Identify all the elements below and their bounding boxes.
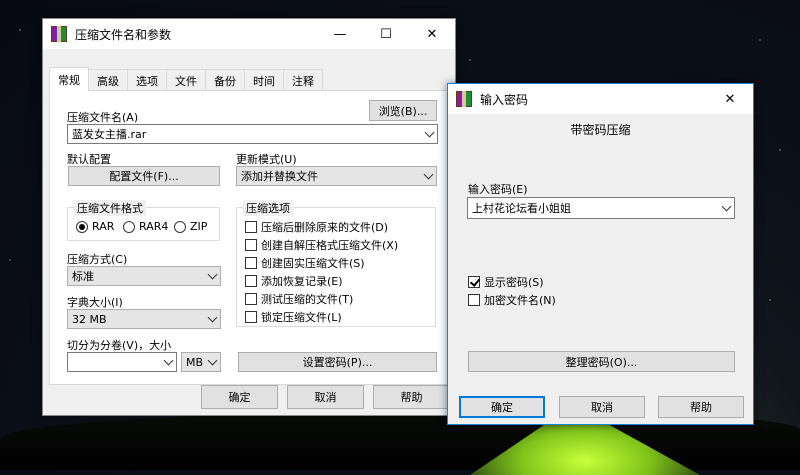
minimize-icon[interactable]: — xyxy=(317,19,363,49)
options-group: 压缩选项 压缩后删除原来的文件(D) 创建自解压格式压缩文件(X) 创建固实压缩… xyxy=(236,200,436,327)
show-password-checkbox[interactable]: 显示密码(S) xyxy=(468,274,544,290)
update-mode-select[interactable]: 添加并替换文件 xyxy=(236,166,437,186)
tab-time[interactable]: 时间 xyxy=(244,69,284,91)
dict-select[interactable]: 32 MB xyxy=(67,309,221,329)
password-ok-button[interactable]: 确定 xyxy=(459,396,545,418)
tab-advanced[interactable]: 高级 xyxy=(88,69,128,91)
password-dialog-title: 输入密码 xyxy=(480,92,529,107)
tab-options[interactable]: 选项 xyxy=(127,69,167,91)
method-select[interactable]: 标准 xyxy=(67,266,221,286)
checkbox-icon xyxy=(245,239,257,251)
checkbox-icon xyxy=(245,311,257,323)
option-label: 添加恢复记录(E) xyxy=(261,275,343,288)
chevron-down-icon xyxy=(424,127,435,138)
browse-button[interactable]: 浏览(B)... xyxy=(369,100,437,121)
tab-general[interactable]: 常规 xyxy=(49,67,89,91)
tab-files[interactable]: 文件 xyxy=(166,69,206,91)
password-label: 输入密码(E) xyxy=(468,183,528,196)
encrypt-filenames-label: 加密文件名(N) xyxy=(484,294,556,307)
update-mode-label: 更新模式(U) xyxy=(236,153,297,166)
checkbox-icon xyxy=(245,293,257,305)
split-label: 切分为分卷(V)，大小 xyxy=(67,339,172,352)
option-sfx[interactable]: 创建自解压格式压缩文件(X) xyxy=(245,237,398,253)
method-label: 压缩方式(C) xyxy=(67,253,128,266)
dict-label: 字典大小(I) xyxy=(67,296,123,309)
format-rar-label: RAR xyxy=(92,220,115,233)
checkbox-icon xyxy=(245,221,257,233)
chevron-down-icon xyxy=(207,269,218,280)
archive-name-value: 蓝发女主播.rar xyxy=(72,128,147,141)
dict-value: 32 MB xyxy=(72,312,107,326)
password-value: 上村花论坛看小姐姐 xyxy=(472,202,571,215)
winrar-icon xyxy=(51,26,67,42)
password-titlebar: 输入密码 ✕ xyxy=(448,84,753,114)
archive-name-label: 压缩文件名(A) xyxy=(67,111,139,124)
help-button[interactable]: 帮助 xyxy=(373,385,450,409)
winrar-icon xyxy=(456,91,472,107)
format-radio-rar[interactable]: RAR xyxy=(76,220,114,233)
split-unit-value: MB xyxy=(186,355,204,369)
cancel-button[interactable]: 取消 xyxy=(287,385,364,409)
password-dialog: 输入密码 ✕ 带密码压缩 输入密码(E) 上村花论坛看小姐姐 显示密码(S) 加… xyxy=(447,83,754,425)
archive-name-input[interactable]: 蓝发女主播.rar xyxy=(67,124,438,144)
format-group-title: 压缩文件格式 xyxy=(74,200,146,216)
password-heading: 带密码压缩 xyxy=(570,123,631,137)
chevron-down-icon xyxy=(163,355,174,366)
option-test[interactable]: 测试压缩的文件(T) xyxy=(245,291,353,307)
checkbox-icon xyxy=(245,257,257,269)
chevron-down-icon xyxy=(207,355,218,366)
tab-backup[interactable]: 备份 xyxy=(205,69,245,91)
update-mode-value: 添加并替换文件 xyxy=(241,170,318,183)
set-password-button[interactable]: 设置密码(P)... xyxy=(238,352,437,372)
ok-button[interactable]: 确定 xyxy=(201,385,278,409)
option-recovery[interactable]: 添加恢复记录(E) xyxy=(245,273,343,289)
organize-passwords-button[interactable]: 整理密码(O)... xyxy=(468,351,735,372)
split-size-input[interactable] xyxy=(67,352,177,372)
show-password-label: 显示密码(S) xyxy=(484,276,544,289)
method-value: 标准 xyxy=(72,270,94,283)
chevron-down-icon xyxy=(721,201,732,212)
close-icon[interactable]: ✕ xyxy=(707,84,753,114)
main-window-title: 压缩文件名和参数 xyxy=(75,27,172,42)
profile-button[interactable]: 配置文件(F)... xyxy=(68,166,220,186)
split-unit-select[interactable]: MB xyxy=(181,352,221,372)
checkbox-icon xyxy=(245,275,257,287)
close-icon[interactable]: ✕ xyxy=(409,19,455,49)
encrypt-filenames-checkbox[interactable]: 加密文件名(N) xyxy=(468,292,556,308)
option-label: 创建自解压格式压缩文件(X) xyxy=(261,239,399,252)
default-profile-label: 默认配置 xyxy=(67,153,111,166)
chevron-down-icon xyxy=(207,312,218,323)
checkbox-icon xyxy=(468,294,480,306)
option-delete-after[interactable]: 压缩后删除原来的文件(D) xyxy=(245,219,388,235)
general-tab-panel: 压缩文件名(A) 浏览(B)... 蓝发女主播.rar 默认配置 配置文件(F)… xyxy=(49,90,449,385)
main-titlebar: 压缩文件名和参数 — ☐ ✕ xyxy=(43,19,455,49)
radio-icon xyxy=(174,220,186,233)
radio-selected-icon xyxy=(76,220,88,233)
radio-icon xyxy=(123,220,135,233)
tab-comment[interactable]: 注释 xyxy=(283,69,323,91)
option-label: 测试压缩的文件(T) xyxy=(261,293,354,306)
option-label: 压缩后删除原来的文件(D) xyxy=(261,221,389,234)
checkbox-checked-icon xyxy=(468,276,480,288)
option-label: 锁定压缩文件(L) xyxy=(261,311,342,324)
options-group-title: 压缩选项 xyxy=(243,200,293,216)
password-input[interactable]: 上村花论坛看小姐姐 xyxy=(467,197,735,219)
archive-params-window: 压缩文件名和参数 — ☐ ✕ 常规 高级 选项 文件 备份 时间 注释 压缩文件… xyxy=(42,18,456,416)
password-cancel-button[interactable]: 取消 xyxy=(559,396,645,418)
format-zip-label: ZIP xyxy=(190,220,208,233)
maximize-icon[interactable]: ☐ xyxy=(363,19,409,49)
option-label: 创建固实压缩文件(S) xyxy=(261,257,365,270)
format-rar4-label: RAR4 xyxy=(139,220,169,233)
main-tabs: 常规 高级 选项 文件 备份 时间 注释 xyxy=(49,67,323,91)
chevron-down-icon xyxy=(423,169,434,180)
option-solid[interactable]: 创建固实压缩文件(S) xyxy=(245,255,365,271)
option-lock[interactable]: 锁定压缩文件(L) xyxy=(245,309,342,325)
format-group: 压缩文件格式 RAR RAR4 ZIP xyxy=(67,200,220,241)
password-help-button[interactable]: 帮助 xyxy=(658,396,744,418)
format-radio-rar4[interactable]: RAR4 xyxy=(123,220,168,233)
format-radio-zip[interactable]: ZIP xyxy=(174,220,207,233)
